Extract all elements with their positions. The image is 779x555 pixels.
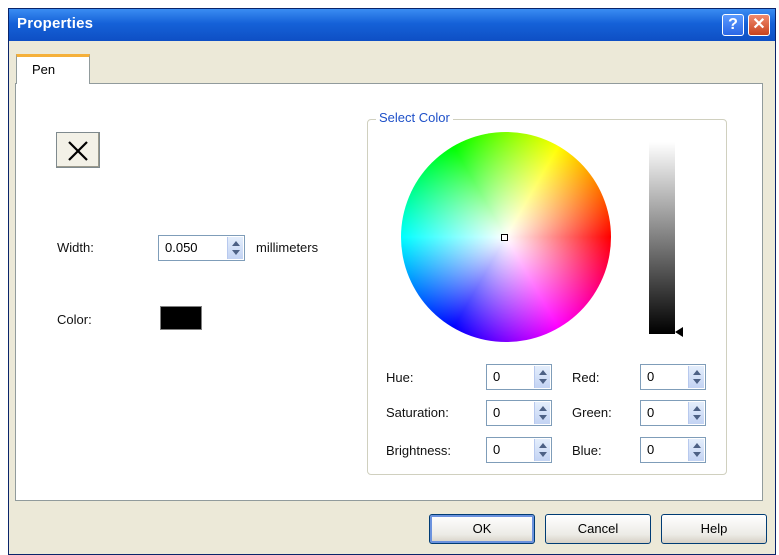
- spin-up-icon[interactable]: [232, 241, 240, 246]
- tab-pen-label: Pen: [32, 62, 56, 77]
- spin-up-icon[interactable]: [539, 406, 547, 411]
- spin-down-icon[interactable]: [539, 415, 547, 420]
- select-color-title: Select Color: [376, 110, 453, 125]
- blue-stepper[interactable]: 0: [640, 437, 706, 463]
- red-stepper[interactable]: 0: [640, 364, 706, 390]
- ok-button[interactable]: OK: [429, 514, 535, 544]
- help-button[interactable]: Help: [661, 514, 767, 544]
- blue-spin-arrows[interactable]: [688, 439, 704, 461]
- spin-up-icon[interactable]: [693, 443, 701, 448]
- close-button[interactable]: ✕: [748, 14, 770, 36]
- brightness-stepper[interactable]: 0: [486, 437, 552, 463]
- color-wheel-cursor[interactable]: [501, 234, 508, 241]
- green-spin-arrows[interactable]: [688, 402, 704, 424]
- color-swatch-button[interactable]: [160, 306, 202, 330]
- spin-up-icon[interactable]: [693, 370, 701, 375]
- help-title-button[interactable]: ?: [722, 14, 744, 36]
- blue-value[interactable]: 0: [647, 442, 654, 457]
- pen-style-button[interactable]: [56, 132, 100, 168]
- color-label: Color:: [57, 312, 92, 327]
- spin-down-icon[interactable]: [232, 250, 240, 255]
- green-stepper[interactable]: 0: [640, 400, 706, 426]
- red-spin-arrows[interactable]: [688, 366, 704, 388]
- spin-down-icon[interactable]: [539, 379, 547, 384]
- spin-down-icon[interactable]: [539, 452, 547, 457]
- brightness-value[interactable]: 0: [493, 442, 500, 457]
- spin-down-icon[interactable]: [693, 415, 701, 420]
- red-value[interactable]: 0: [647, 369, 654, 384]
- spin-down-icon[interactable]: [693, 452, 701, 457]
- blue-label: Blue:: [572, 443, 602, 458]
- cancel-button[interactable]: Cancel: [545, 514, 651, 544]
- hue-stepper[interactable]: 0: [486, 364, 552, 390]
- brightness-pointer-icon[interactable]: [675, 327, 683, 337]
- spin-up-icon[interactable]: [693, 406, 701, 411]
- spin-up-icon[interactable]: [539, 443, 547, 448]
- green-label: Green:: [572, 405, 612, 420]
- hue-value[interactable]: 0: [493, 369, 500, 384]
- hue-spin-arrows[interactable]: [534, 366, 550, 388]
- width-stepper[interactable]: 0.050: [158, 235, 245, 261]
- x-icon: [68, 141, 88, 161]
- width-spin-arrows[interactable]: [227, 237, 243, 259]
- window-title: Properties: [17, 15, 94, 32]
- width-label: Width:: [57, 240, 94, 255]
- saturation-spin-arrows[interactable]: [534, 402, 550, 424]
- hue-label: Hue:: [386, 370, 414, 385]
- spin-down-icon[interactable]: [693, 379, 701, 384]
- width-unit-label: millimeters: [256, 240, 319, 255]
- tab-pen[interactable]: Pen: [16, 54, 90, 84]
- brightness-slider[interactable]: [649, 142, 675, 334]
- close-icon: ✕: [752, 16, 766, 33]
- width-value[interactable]: 0.050: [165, 240, 198, 255]
- question-mark-icon: ?: [728, 16, 738, 33]
- saturation-value[interactable]: 0: [493, 405, 500, 420]
- saturation-label: Saturation:: [386, 405, 449, 420]
- saturation-stepper[interactable]: 0: [486, 400, 552, 426]
- red-label: Red:: [572, 370, 600, 385]
- brightness-label: Brightness:: [386, 443, 452, 458]
- brightness-spin-arrows[interactable]: [534, 439, 550, 461]
- title-bar[interactable]: Properties ? ✕: [9, 9, 775, 41]
- spin-up-icon[interactable]: [539, 370, 547, 375]
- green-value[interactable]: 0: [647, 405, 654, 420]
